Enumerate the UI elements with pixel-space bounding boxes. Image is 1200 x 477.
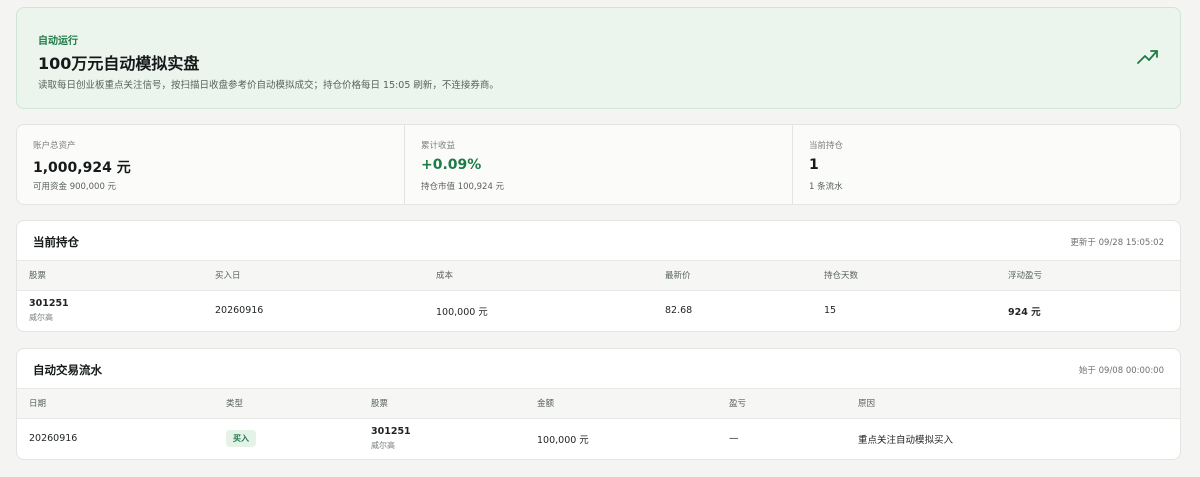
column-header: 盈亏: [717, 389, 846, 419]
stat-value: 1: [809, 157, 819, 173]
trending-up-icon: [1137, 50, 1158, 64]
column-header: 金额: [525, 389, 717, 419]
table-header-row: 股票 买入日 成本 最新价 持仓天数 浮动盈亏: [17, 261, 1180, 291]
column-header: 日期: [17, 389, 214, 419]
cost-cell: 100,000 元: [436, 306, 488, 318]
stock-code: 301251: [29, 298, 69, 310]
positions-card: 当前持仓 更新于 09/28 15:05:02 股票 买入日 成本 最新价 持仓…: [16, 220, 1181, 332]
section-title: 自动交易流水: [33, 363, 102, 377]
buy-date-cell: 20260916: [215, 305, 264, 317]
column-header: 持仓天数: [812, 261, 996, 291]
type-cell: 买入: [214, 418, 359, 459]
updated-timestamp: 更新于 09/28 15:05:02: [1070, 238, 1164, 248]
positions-table: 股票 买入日 成本 最新价 持仓天数 浮动盈亏 301251 威尔高 20260…: [17, 261, 1180, 331]
stock-name: 威尔高: [371, 441, 395, 451]
table-row[interactable]: 20260916 买入 301251 威尔高 100,000 元 — 重点关注自…: [17, 418, 1180, 459]
stat-sub: 持仓市值 100,924 元: [421, 182, 505, 192]
stat-sub: 可用资金 900,000 元: [33, 182, 117, 192]
stock-cell: 301251 威尔高: [359, 418, 525, 459]
table-row[interactable]: 301251 威尔高 20260916 100,000 元 82.68 15 9…: [17, 290, 1180, 331]
stat-sub: 1 条流水: [809, 182, 843, 192]
last-price-cell: 82.68: [665, 305, 693, 317]
trade-type-badge: 买入: [226, 430, 256, 448]
amount-cell: 100,000 元: [537, 434, 589, 446]
stat-label: 当前持仓: [809, 141, 844, 151]
card-header: 自动交易流水 始于 09/08 00:00:00: [17, 349, 1180, 389]
stock-code: 301251: [371, 426, 411, 438]
page-title: 100万元自动模拟实盘: [38, 54, 200, 73]
card-header: 当前持仓 更新于 09/28 15:05:02: [17, 221, 1180, 261]
column-header: 浮动盈亏: [996, 261, 1180, 291]
column-header: 买入日: [203, 261, 424, 291]
date-cell: 20260916: [29, 433, 78, 445]
since-timestamp: 始于 09/08 00:00:00: [1078, 366, 1164, 376]
column-header: 原因: [846, 389, 1180, 419]
stock-name: 威尔高: [29, 313, 53, 323]
status-tag: 自动运行: [38, 36, 78, 47]
stat-positions: 当前持仓 1 1 条流水: [793, 125, 1180, 204]
stats-panel: 账户总资产 1,000,924 元 可用资金 900,000 元 累计收益 +0…: [16, 124, 1181, 205]
pnl-cell: —: [729, 433, 739, 445]
column-header: 成本: [424, 261, 653, 291]
trades-card: 自动交易流水 始于 09/08 00:00:00 日期 类型 股票 金额 盈亏 …: [16, 348, 1181, 460]
stat-value: +0.09%: [421, 157, 482, 173]
stat-label: 累计收益: [421, 141, 456, 151]
stat-cumulative-return: 累计收益 +0.09% 持仓市值 100,924 元: [405, 125, 793, 204]
stat-label: 账户总资产: [33, 141, 76, 151]
stat-value: 1,000,924 元: [33, 160, 131, 176]
holding-days-cell: 15: [824, 305, 837, 317]
column-header: 股票: [17, 261, 203, 291]
column-header: 股票: [359, 389, 525, 419]
hero-description: 读取每日创业板重点关注信号，按扫描日收盘参考价自动模拟成交；持仓价格每日 15:…: [38, 80, 499, 91]
reason-cell: 重点关注自动模拟买入: [858, 434, 954, 446]
pnl-cell: 924 元: [1008, 306, 1041, 318]
hero-banner: 自动运行 100万元自动模拟实盘 读取每日创业板重点关注信号，按扫描日收盘参考价…: [16, 7, 1181, 109]
column-header: 最新价: [653, 261, 812, 291]
stock-cell: 301251 威尔高: [17, 290, 203, 331]
stat-total-assets: 账户总资产 1,000,924 元 可用资金 900,000 元: [17, 125, 405, 204]
trades-table: 日期 类型 股票 金额 盈亏 原因 20260916 买入 301251 威尔高…: [17, 389, 1180, 459]
table-header-row: 日期 类型 股票 金额 盈亏 原因: [17, 389, 1180, 419]
column-header: 类型: [214, 389, 359, 419]
section-title: 当前持仓: [33, 235, 79, 249]
